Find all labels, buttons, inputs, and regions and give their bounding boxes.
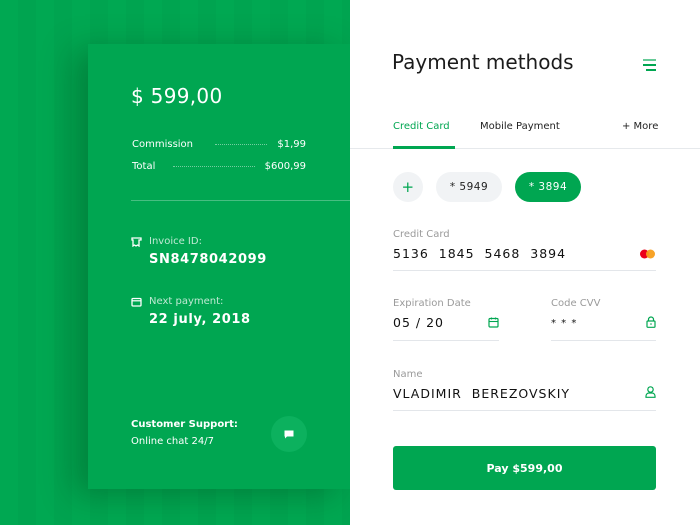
cvv-input[interactable]: * * *	[551, 318, 656, 329]
divider	[131, 200, 350, 201]
amount: $ 599,00	[131, 84, 223, 108]
saved-cards: + * 5949 * 3894	[393, 172, 581, 202]
payment-tabs: Credit Card Mobile Payment + More	[350, 115, 700, 149]
add-card-button[interactable]: +	[393, 172, 423, 202]
invoice-label: Invoice ID:	[149, 236, 202, 247]
tab-more[interactable]: + More	[622, 121, 658, 132]
support-subtitle: Online chat 24/7	[131, 436, 214, 447]
pay-button[interactable]: Pay $599,00	[393, 446, 656, 490]
chat-button[interactable]	[271, 416, 307, 452]
dotted-leader	[215, 144, 268, 145]
card-chip-3894[interactable]: * 3894	[515, 172, 581, 202]
menu-icon-bar	[646, 69, 656, 71]
expiration-input[interactable]: 05 / 20	[393, 315, 499, 330]
commission-value: $1,99	[277, 139, 306, 150]
order-summary-card: $ 599,00 Commission $1,99 Total $600,99 …	[88, 44, 350, 489]
menu-icon-bar	[643, 59, 656, 61]
next-payment-date: 22 july, 2018	[149, 312, 251, 327]
receipt-icon	[131, 236, 142, 247]
chat-icon	[284, 430, 294, 438]
expiration-label: Expiration Date	[393, 298, 471, 309]
calendar-icon	[131, 297, 142, 307]
calendar-icon[interactable]	[488, 317, 499, 328]
user-icon	[645, 386, 656, 398]
name-label: Name	[393, 369, 423, 380]
card-number-field[interactable]: Credit Card 5136 1845 5468 3894	[393, 229, 656, 271]
menu-button[interactable]	[642, 57, 656, 71]
total-row: Total $600,99	[132, 161, 306, 172]
card-chip-5949[interactable]: * 5949	[436, 172, 502, 202]
commission-row: Commission $1,99	[132, 139, 306, 150]
invoice-info: Invoice ID: SN8478042099	[131, 236, 267, 267]
tab-mobile-payment[interactable]: Mobile Payment	[480, 121, 560, 132]
menu-icon-bar	[643, 64, 656, 66]
total-label: Total	[132, 161, 156, 172]
next-payment-info: Next payment: 22 july, 2018	[131, 296, 251, 327]
expiration-field[interactable]: Expiration Date 05 / 20	[393, 298, 499, 341]
mastercard-icon	[640, 249, 655, 259]
next-payment-label: Next payment:	[149, 296, 224, 307]
name-input[interactable]: VLADIMIR BEREZOVSKIY	[393, 386, 656, 401]
cvv-field[interactable]: Code CVV * * *	[551, 298, 656, 341]
customer-support: Customer Support: Online chat 24/7	[131, 419, 238, 447]
card-number-input[interactable]: 5136 1845 5468 3894	[393, 246, 656, 261]
page-title: Payment methods	[392, 50, 574, 74]
commission-label: Commission	[132, 139, 194, 150]
lock-icon	[646, 316, 656, 328]
cvv-label: Code CVV	[551, 298, 601, 309]
dotted-leader	[173, 166, 255, 167]
payment-panel: Payment methods Credit Card Mobile Payme…	[350, 0, 700, 525]
active-tab-indicator	[393, 146, 455, 149]
tab-credit-card[interactable]: Credit Card	[393, 121, 450, 132]
card-number-label: Credit Card	[393, 229, 450, 240]
total-value: $600,99	[264, 161, 306, 172]
name-field[interactable]: Name VLADIMIR BEREZOVSKIY	[393, 369, 656, 411]
support-title: Customer Support:	[131, 419, 238, 430]
invoice-id: SN8478042099	[149, 252, 267, 267]
